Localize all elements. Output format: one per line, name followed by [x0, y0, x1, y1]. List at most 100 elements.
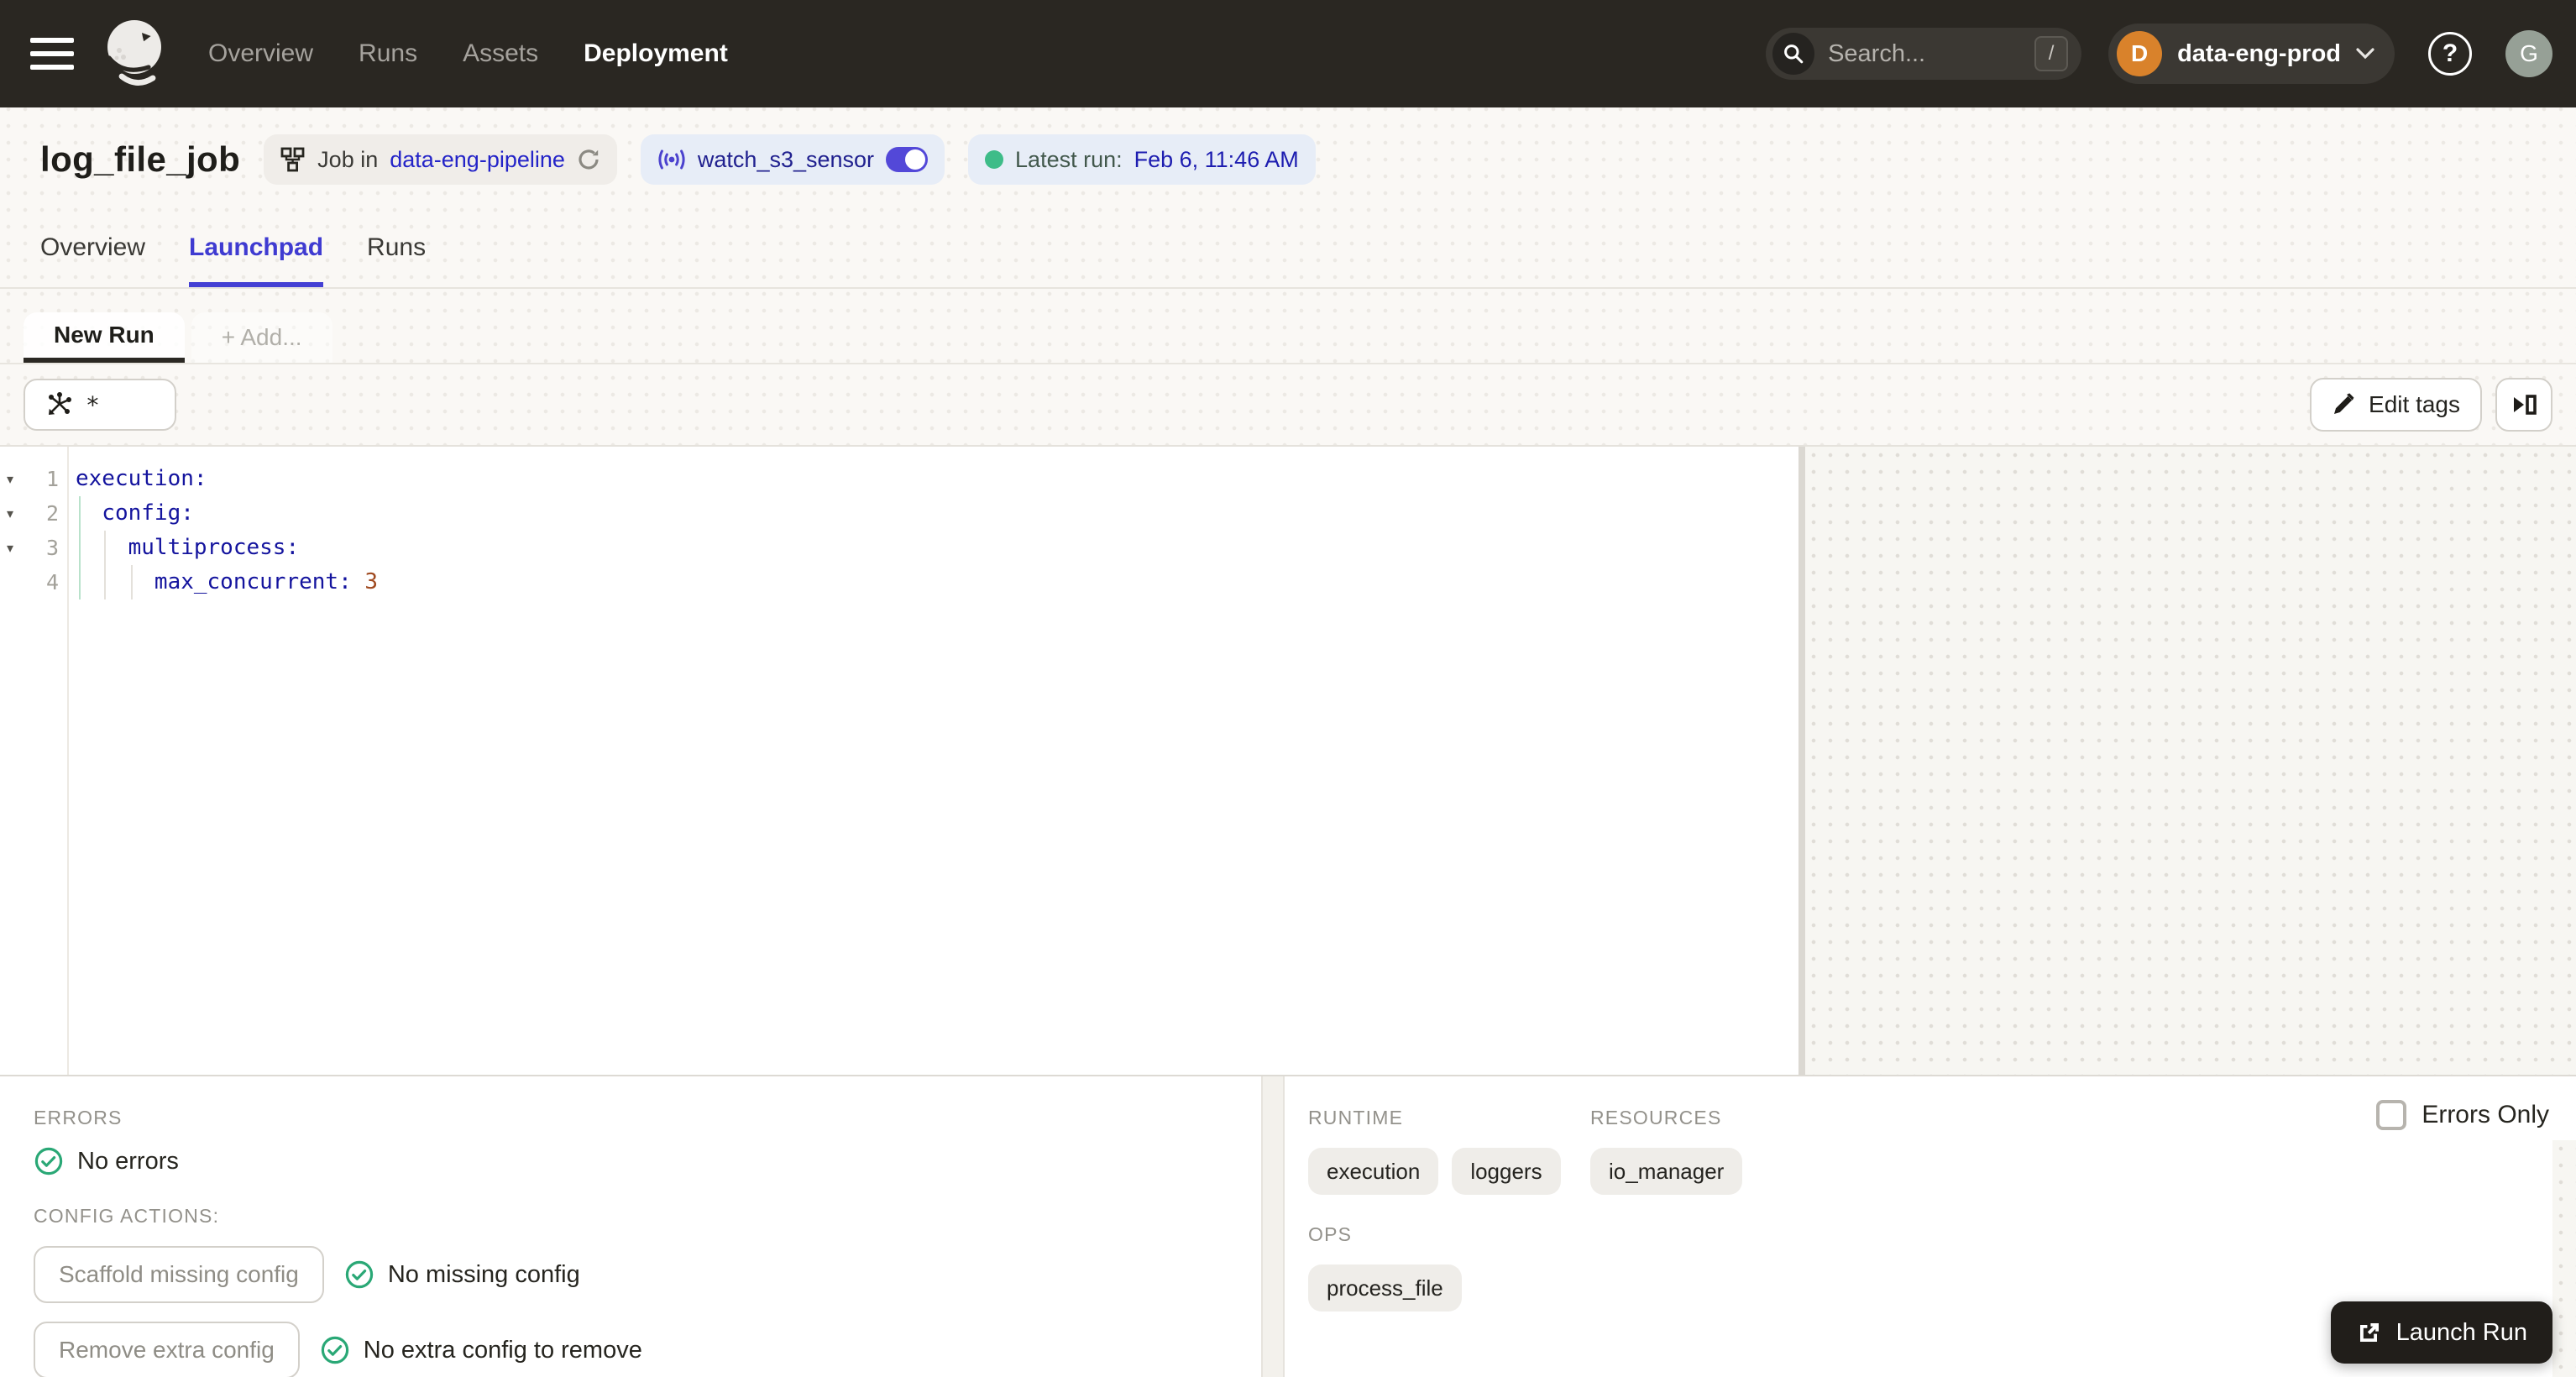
latest-run-badge: Latest run: Feb 6, 11:46 AM — [968, 134, 1316, 185]
search-icon — [1772, 33, 1815, 75]
sensor-icon — [658, 149, 685, 170]
sensor-toggle[interactable] — [886, 147, 929, 172]
op-graph-pane — [1805, 447, 2576, 1075]
tab-launchpad[interactable]: Launchpad — [189, 233, 324, 287]
code-line: config: — [76, 500, 194, 526]
resources-heading: RESOURCES — [1590, 1107, 1722, 1128]
latest-run-link[interactable]: Feb 6, 11:46 AM — [1134, 147, 1299, 173]
fold-arrow-icon[interactable]: ▾ — [0, 471, 20, 488]
background-texture — [2552, 1140, 2576, 1377]
repo-link[interactable]: data-eng-pipeline — [390, 147, 565, 173]
job-location-badge: Job in data-eng-pipeline — [264, 134, 617, 185]
op-selector-value: * — [86, 390, 100, 419]
launchpad-main: ▾ 1 ▾ 2 ▾ 3 4 execution: config: multiproce… — [0, 445, 2576, 1075]
nav-deployment[interactable]: Deployment — [584, 39, 728, 68]
no-errors-text: No errors — [77, 1147, 179, 1175]
op-selection-icon — [49, 392, 71, 415]
line-number: 1 — [45, 467, 59, 491]
primary-nav: Overview Runs Assets Deployment — [208, 39, 728, 68]
dagster-logo-icon[interactable] — [97, 15, 171, 92]
code-line: execution: — [76, 466, 207, 491]
scaffold-config-row: Scaffold missing config No missing confi… — [34, 1246, 1228, 1303]
nav-overview[interactable]: Overview — [208, 39, 313, 68]
editor-code-area[interactable]: execution: config: multiprocess: max_con… — [69, 447, 1798, 1075]
remove-extra-config-button[interactable]: Remove extra config — [34, 1322, 300, 1377]
workspace-name: data-eng-prod — [2177, 39, 2341, 67]
check-circle-icon — [345, 1260, 374, 1289]
op-tag[interactable]: process_file — [1308, 1264, 1462, 1312]
hamburger-menu-icon[interactable] — [24, 25, 81, 82]
indent-guide — [131, 565, 133, 599]
job-location-text: Job in — [317, 146, 379, 172]
errors-only-label: Errors Only — [2422, 1101, 2549, 1128]
editor-splitter-handle[interactable] — [1798, 447, 1805, 1075]
errors-only-control[interactable]: Errors Only — [2376, 1100, 2549, 1130]
code-line: max_concurrent: 3 — [76, 569, 379, 594]
indent-guide — [79, 496, 81, 599]
edit-tags-button[interactable]: Edit tags — [2310, 378, 2482, 432]
sensor-badge: watch_s3_sensor — [640, 134, 945, 185]
launch-run-button[interactable]: Launch Run — [2330, 1301, 2552, 1364]
fold-arrow-icon[interactable]: ▾ — [0, 540, 20, 557]
job-tabs: Overview Launchpad Runs — [0, 212, 2576, 289]
errors-heading: ERRORS — [34, 1107, 123, 1128]
ops-heading: OPS — [1308, 1223, 1353, 1245]
nav-assets[interactable]: Assets — [463, 39, 538, 68]
session-tab-add[interactable]: + Add... — [191, 312, 332, 363]
remove-config-row: Remove extra config No extra config to r… — [34, 1322, 1228, 1377]
reload-icon[interactable] — [577, 148, 600, 171]
launchpad-toolbar: * Edit tags — [0, 364, 2576, 445]
runtime-tag[interactable]: execution — [1308, 1148, 1439, 1195]
help-icon[interactable]: ? — [2428, 32, 2472, 76]
check-circle-icon — [321, 1336, 348, 1364]
latest-run-label: Latest run: — [1015, 146, 1123, 172]
workspace-switcher[interactable]: D data-eng-prod — [2108, 24, 2395, 84]
config-actions-heading: CONFIG ACTIONS: — [34, 1205, 220, 1227]
search-input[interactable]: Search... / — [1766, 28, 2082, 80]
scaffold-missing-config-button[interactable]: Scaffold missing config — [34, 1246, 324, 1303]
editor-gutter: ▾ 1 ▾ 2 ▾ 3 4 — [0, 447, 69, 1075]
resources-tags: io_manager — [1590, 1148, 1743, 1195]
workspace-avatar: D — [2117, 31, 2163, 76]
pencil-icon — [2334, 393, 2354, 414]
launchpad-session-tabs: New Run + Add... — [0, 312, 2576, 364]
job-graph-icon — [280, 147, 305, 172]
bottom-panel: ERRORS No errors CONFIG ACTIONS: Scaffol… — [0, 1075, 2576, 1377]
resources-column: RESOURCES io_manager — [1590, 1107, 1743, 1195]
config-editor[interactable]: ▾ 1 ▾ 2 ▾ 3 4 execution: config: multiproce… — [0, 447, 1798, 1075]
line-number: 4 — [45, 570, 59, 594]
bottom-splitter-handle[interactable] — [1261, 1076, 1285, 1377]
sensor-link[interactable]: watch_s3_sensor — [698, 147, 874, 173]
session-tab-new-run[interactable]: New Run — [24, 312, 185, 363]
launch-run-label: Launch Run — [2395, 1318, 2527, 1346]
no-extra-config-text: No extra config to remove — [363, 1336, 642, 1364]
op-selector-input[interactable]: * — [24, 379, 176, 431]
line-number: 3 — [45, 536, 59, 560]
page-title: log_file_job — [40, 139, 241, 179]
nav-runs[interactable]: Runs — [359, 39, 417, 68]
no-errors-status: No errors — [34, 1146, 1228, 1176]
tab-overview[interactable]: Overview — [40, 233, 145, 287]
resource-tag[interactable]: io_manager — [1590, 1148, 1743, 1195]
user-avatar[interactable]: G — [2505, 30, 2552, 77]
runtime-tag[interactable]: loggers — [1452, 1148, 1561, 1195]
runtime-column: RUNTIME execution loggers — [1308, 1107, 1590, 1195]
chevron-down-icon — [2356, 48, 2374, 60]
launchpad-page: Overview Runs Assets Deployment Search..… — [0, 0, 2576, 1377]
check-circle-icon — [34, 1147, 63, 1175]
toolbar-right-group: Edit tags — [2310, 378, 2552, 432]
open-panel-icon — [2514, 395, 2537, 415]
expand-second-pane-button[interactable] — [2495, 378, 2552, 432]
errors-only-checkbox[interactable] — [2376, 1100, 2407, 1130]
tab-runs[interactable]: Runs — [367, 233, 426, 287]
top-navigation-bar: Overview Runs Assets Deployment Search..… — [0, 0, 2576, 107]
fold-arrow-icon[interactable]: ▾ — [0, 505, 20, 522]
no-missing-config-text: No missing config — [387, 1260, 580, 1288]
code-line: multiprocess: — [76, 535, 300, 560]
scope-columns: RUNTIME execution loggers RESOURCES io_m… — [1308, 1107, 2549, 1195]
no-extra-config-status: No extra config to remove — [320, 1335, 642, 1365]
indent-guide — [104, 531, 106, 599]
edit-tags-label: Edit tags — [2369, 391, 2460, 417]
job-header: log_file_job Job in data-eng-pipeline wa… — [0, 107, 2576, 212]
line-number: 2 — [45, 501, 59, 526]
